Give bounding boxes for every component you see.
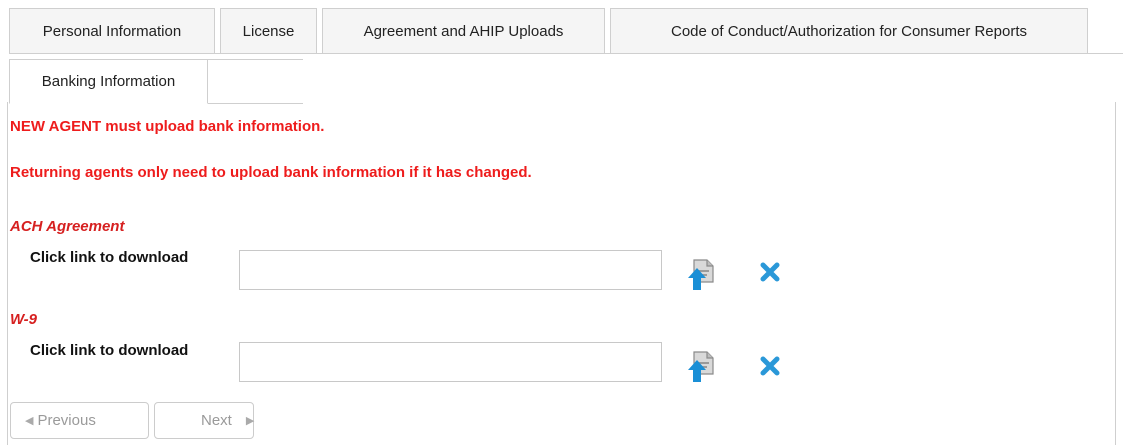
panel-right-border bbox=[1115, 102, 1116, 445]
close-icon[interactable] bbox=[760, 356, 780, 376]
ach-file-field[interactable] bbox=[239, 250, 662, 290]
ach-agreement-title: ACH Agreement bbox=[10, 218, 125, 235]
next-button-label: Next bbox=[201, 412, 232, 429]
tab-row-2-divider bbox=[208, 59, 303, 60]
returning-agent-notice: Returning agents only need to upload ban… bbox=[10, 164, 532, 181]
panel-left-border bbox=[7, 102, 8, 445]
tab-row-divider bbox=[9, 53, 1123, 54]
tab-personal-information[interactable]: Personal Information bbox=[9, 8, 215, 53]
chevron-left-icon: ◀ bbox=[25, 415, 34, 427]
ach-download-link[interactable]: Click link to download bbox=[30, 249, 188, 266]
previous-button[interactable]: ◀ Previous bbox=[10, 402, 149, 439]
banking-information-page: Personal Information License Agreement a… bbox=[0, 0, 1123, 445]
tab-license[interactable]: License bbox=[220, 8, 317, 53]
next-button[interactable]: Next ▶ bbox=[154, 402, 254, 439]
tab-label: Agreement and AHIP Uploads bbox=[363, 22, 564, 40]
upload-file-icon[interactable] bbox=[685, 258, 719, 292]
chevron-right-icon: ▶ bbox=[245, 415, 255, 427]
w9-file-field[interactable] bbox=[239, 342, 662, 382]
close-icon[interactable] bbox=[760, 262, 780, 282]
tab-label: Banking Information bbox=[41, 73, 176, 90]
previous-button-label: Previous bbox=[37, 412, 96, 429]
tab-label: Code of Conduct/Authorization for Consum… bbox=[670, 22, 1027, 40]
w9-title: W-9 bbox=[10, 311, 37, 328]
tab-label: Personal Information bbox=[42, 22, 182, 40]
tab-label: License bbox=[242, 22, 295, 40]
tab-banking-information[interactable]: Banking Information bbox=[9, 59, 208, 104]
new-agent-notice: NEW AGENT must upload bank information. bbox=[10, 118, 325, 135]
upload-file-icon[interactable] bbox=[685, 350, 719, 384]
tab-agreement-ahip-uploads[interactable]: Agreement and AHIP Uploads bbox=[322, 8, 605, 53]
tab-row-2-base bbox=[208, 103, 303, 104]
tab-code-of-conduct[interactable]: Code of Conduct/Authorization for Consum… bbox=[610, 8, 1088, 53]
w9-download-link[interactable]: Click link to download bbox=[30, 342, 188, 359]
